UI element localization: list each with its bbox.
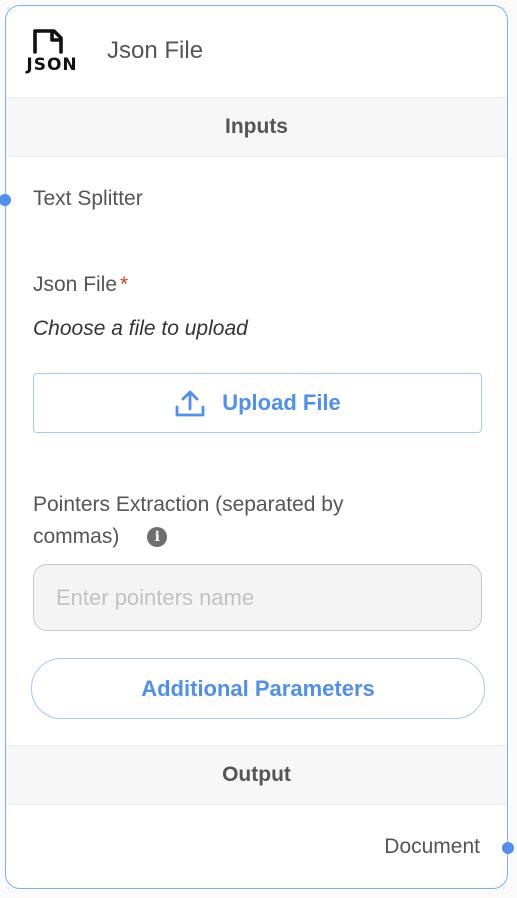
json-file-label: Json File *: [33, 273, 128, 297]
pointers-label-line1: Pointers Extraction (separated by: [33, 493, 344, 516]
text-splitter-input-handle[interactable]: [0, 194, 11, 206]
json-icon-text: JSON: [26, 55, 78, 75]
document-output-label: Document: [384, 835, 480, 858]
output-section-header: Output: [6, 745, 507, 805]
pointers-label: Pointers Extraction (separated by commas…: [33, 489, 344, 553]
upload-icon: [175, 390, 205, 417]
node-header: JSON Json File: [6, 6, 507, 96]
info-icon[interactable]: i: [147, 527, 168, 547]
node-title: Json File: [107, 37, 204, 64]
json-file-node[interactable]: JSON Json File Inputs Text Splitter Json…: [0, 5, 514, 889]
upload-file-button[interactable]: Upload File: [33, 373, 482, 433]
required-mark: *: [120, 273, 129, 296]
json-file-label-text: Json File: [33, 273, 118, 296]
document-output-handle[interactable]: [502, 842, 514, 854]
text-splitter-label: Text Splitter: [33, 187, 143, 210]
inputs-section-header: Inputs: [6, 97, 507, 157]
pointers-label-line2: commas): [33, 525, 120, 548]
upload-hint: Choose a file to upload: [33, 317, 248, 340]
additional-parameters-button[interactable]: Additional Parameters: [31, 658, 485, 719]
pointers-input[interactable]: [33, 564, 482, 631]
json-file-icon: JSON: [24, 28, 80, 76]
upload-file-label: Upload File: [222, 390, 341, 415]
